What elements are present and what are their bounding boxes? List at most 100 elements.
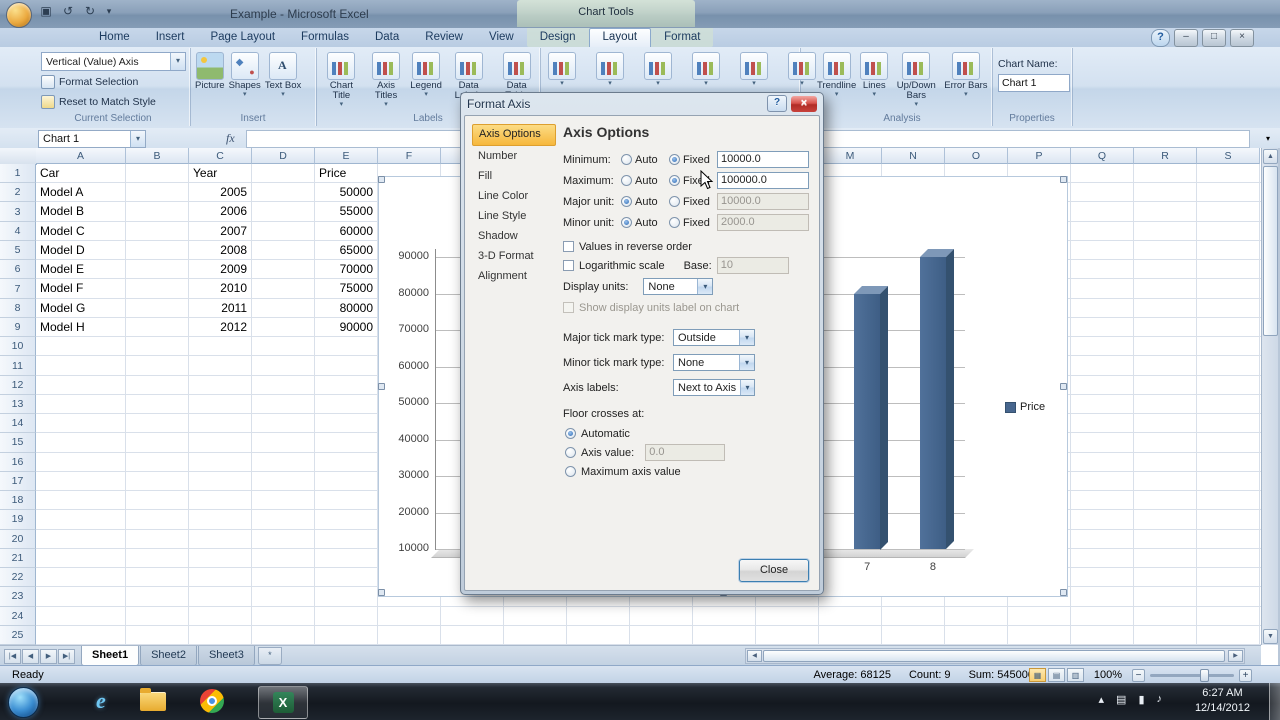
lines-button[interactable]: Lines▾ [858,51,890,99]
up-down-bars-button[interactable]: Up/Down Bars▾ [890,51,942,109]
minimize-button[interactable]: – [1174,29,1198,47]
tray-network-icon[interactable]: ▤ [1116,693,1126,706]
row-header-3[interactable]: 3 [0,202,36,221]
row-header-7[interactable]: 7 [0,279,36,298]
chart-floor-button[interactable]: ▾ [738,51,770,88]
row-header-14[interactable]: 14 [0,414,36,433]
chart-name-input[interactable]: Chart 1 [998,74,1070,92]
cell-C5[interactable]: 2008 [189,241,247,260]
cell-A4[interactable]: Model C [36,222,125,241]
row-header-25[interactable]: 25 [0,626,36,645]
dialog-nav-alignment[interactable]: Alignment [472,266,556,286]
column-header-E[interactable]: E [315,148,378,164]
cell-E5[interactable]: 65000 [315,241,373,260]
row-header-20[interactable]: 20 [0,530,36,549]
cell-A5[interactable]: Model D [36,241,125,260]
scroll-up-button[interactable]: ▲ [1263,149,1278,164]
zoom-in-button[interactable]: + [1239,669,1252,682]
tray-show-hidden-icon[interactable]: ▴ [1099,693,1105,706]
column-header-C[interactable]: C [189,148,252,164]
minor-unit-auto-radio[interactable]: Auto [621,217,669,229]
cell-E1[interactable]: Price [315,164,377,183]
scroll-right-button[interactable]: ▶ [1228,650,1243,662]
last-sheet-button[interactable]: ▶| [58,649,75,664]
first-sheet-button[interactable]: |◀ [4,649,21,664]
taskbar-clock[interactable]: 6:27 AM 12/14/2012 [1195,686,1250,716]
row-header-5[interactable]: 5 [0,241,36,260]
row-header-12[interactable]: 12 [0,376,36,395]
row-header-16[interactable]: 16 [0,453,36,472]
row-header-22[interactable]: 22 [0,568,36,587]
tab-insert[interactable]: Insert [143,28,198,47]
selection-handle[interactable] [1060,383,1067,390]
cell-E8[interactable]: 80000 [315,299,373,318]
row-header-2[interactable]: 2 [0,183,36,202]
cell-E2[interactable]: 50000 [315,183,373,202]
reverse-order-checkbox[interactable]: Values in reverse order [563,237,811,256]
picture-button[interactable]: Picture [193,51,227,92]
tab-data[interactable]: Data [362,28,412,47]
row-header-8[interactable]: 8 [0,299,36,318]
column-header-B[interactable]: B [126,148,189,164]
cell-E6[interactable]: 70000 [315,260,373,279]
row-header-17[interactable]: 17 [0,472,36,491]
major-unit-field[interactable]: 10000.0 [717,193,809,210]
maximum-field[interactable]: 100000.0 [717,172,809,189]
tray-volume-icon[interactable]: ♪ [1157,693,1163,706]
sheet-tab-sheet1[interactable]: Sheet1 [81,646,139,666]
sheet-tab-sheet2[interactable]: Sheet2 [140,646,197,666]
tab-format[interactable]: Format [651,28,713,47]
column-header-F[interactable]: F [378,148,441,164]
scroll-down-button[interactable]: ▼ [1263,629,1278,644]
show-units-checkbox[interactable]: Show display units label on chart [563,298,811,317]
cell-C8[interactable]: 2011 [189,299,247,318]
cell-C2[interactable]: 2005 [189,183,247,202]
dialog-help-button[interactable]: ? [767,95,787,112]
column-header-D[interactable]: D [252,148,315,164]
dialog-close-icon[interactable]: × [791,96,817,112]
row-header-4[interactable]: 4 [0,222,36,241]
vertical-scrollbar-thumb[interactable] [1263,166,1278,336]
tab-review[interactable]: Review [412,28,476,47]
major-unit-auto-radio[interactable]: Auto [621,196,669,208]
minimum-fixed-radio[interactable]: Fixed [669,154,717,166]
selection-handle[interactable] [1060,176,1067,183]
tab-home[interactable]: Home [86,28,143,47]
column-header-M[interactable]: M [819,148,882,164]
sheet-tab-sheet3[interactable]: Sheet3 [198,646,255,666]
page-layout-view-button[interactable]: ▤ [1048,668,1065,682]
cell-E4[interactable]: 60000 [315,222,373,241]
cell-A3[interactable]: Model B [36,202,125,221]
horizontal-scrollbar[interactable]: ◀ ▶ [745,648,1245,664]
cell-A6[interactable]: Model E [36,260,125,279]
reset-style-button[interactable]: Reset to Match Style [41,95,156,109]
column-header-R[interactable]: R [1134,148,1197,164]
chart-wall-button[interactable]: ▾ [690,51,722,88]
next-sheet-button[interactable]: ▶ [40,649,57,664]
help-button[interactable]: ? [1151,29,1170,47]
tab-page-layout[interactable]: Page Layout [197,28,288,47]
row-header-24[interactable]: 24 [0,607,36,626]
floor-option-axis-value[interactable]: Axis value:0.0 [563,443,811,462]
selection-handle[interactable] [1060,589,1067,596]
text-box-button[interactable]: Text Box▾ [263,51,303,99]
undo-icon[interactable]: ↺ [60,4,76,18]
floor-option-automatic[interactable]: Automatic [563,424,811,443]
name-box[interactable]: Chart 1 ▾ [38,130,146,148]
dialog-nav-number[interactable]: Number [472,146,556,166]
dialog-nav-fill[interactable]: Fill [472,166,556,186]
start-button[interactable] [8,687,39,718]
tab-layout[interactable]: Layout [589,28,652,47]
zoom-level[interactable]: 100% [1094,669,1122,681]
cell-A1[interactable]: Car [36,164,125,183]
display-units-dropdown[interactable]: None ▾ [643,278,713,295]
cell-C7[interactable]: 2010 [189,279,247,298]
dialog-title-bar[interactable]: Format Axis ? × [461,93,823,114]
column-header-P[interactable]: P [1008,148,1071,164]
cell-A9[interactable]: Model H [36,318,125,337]
explorer-folder-icon[interactable] [140,692,166,711]
chart-bar[interactable] [854,294,880,550]
normal-view-button[interactable]: ▦ [1029,668,1046,682]
cell-C3[interactable]: 2006 [189,202,247,221]
row-header-6[interactable]: 6 [0,260,36,279]
